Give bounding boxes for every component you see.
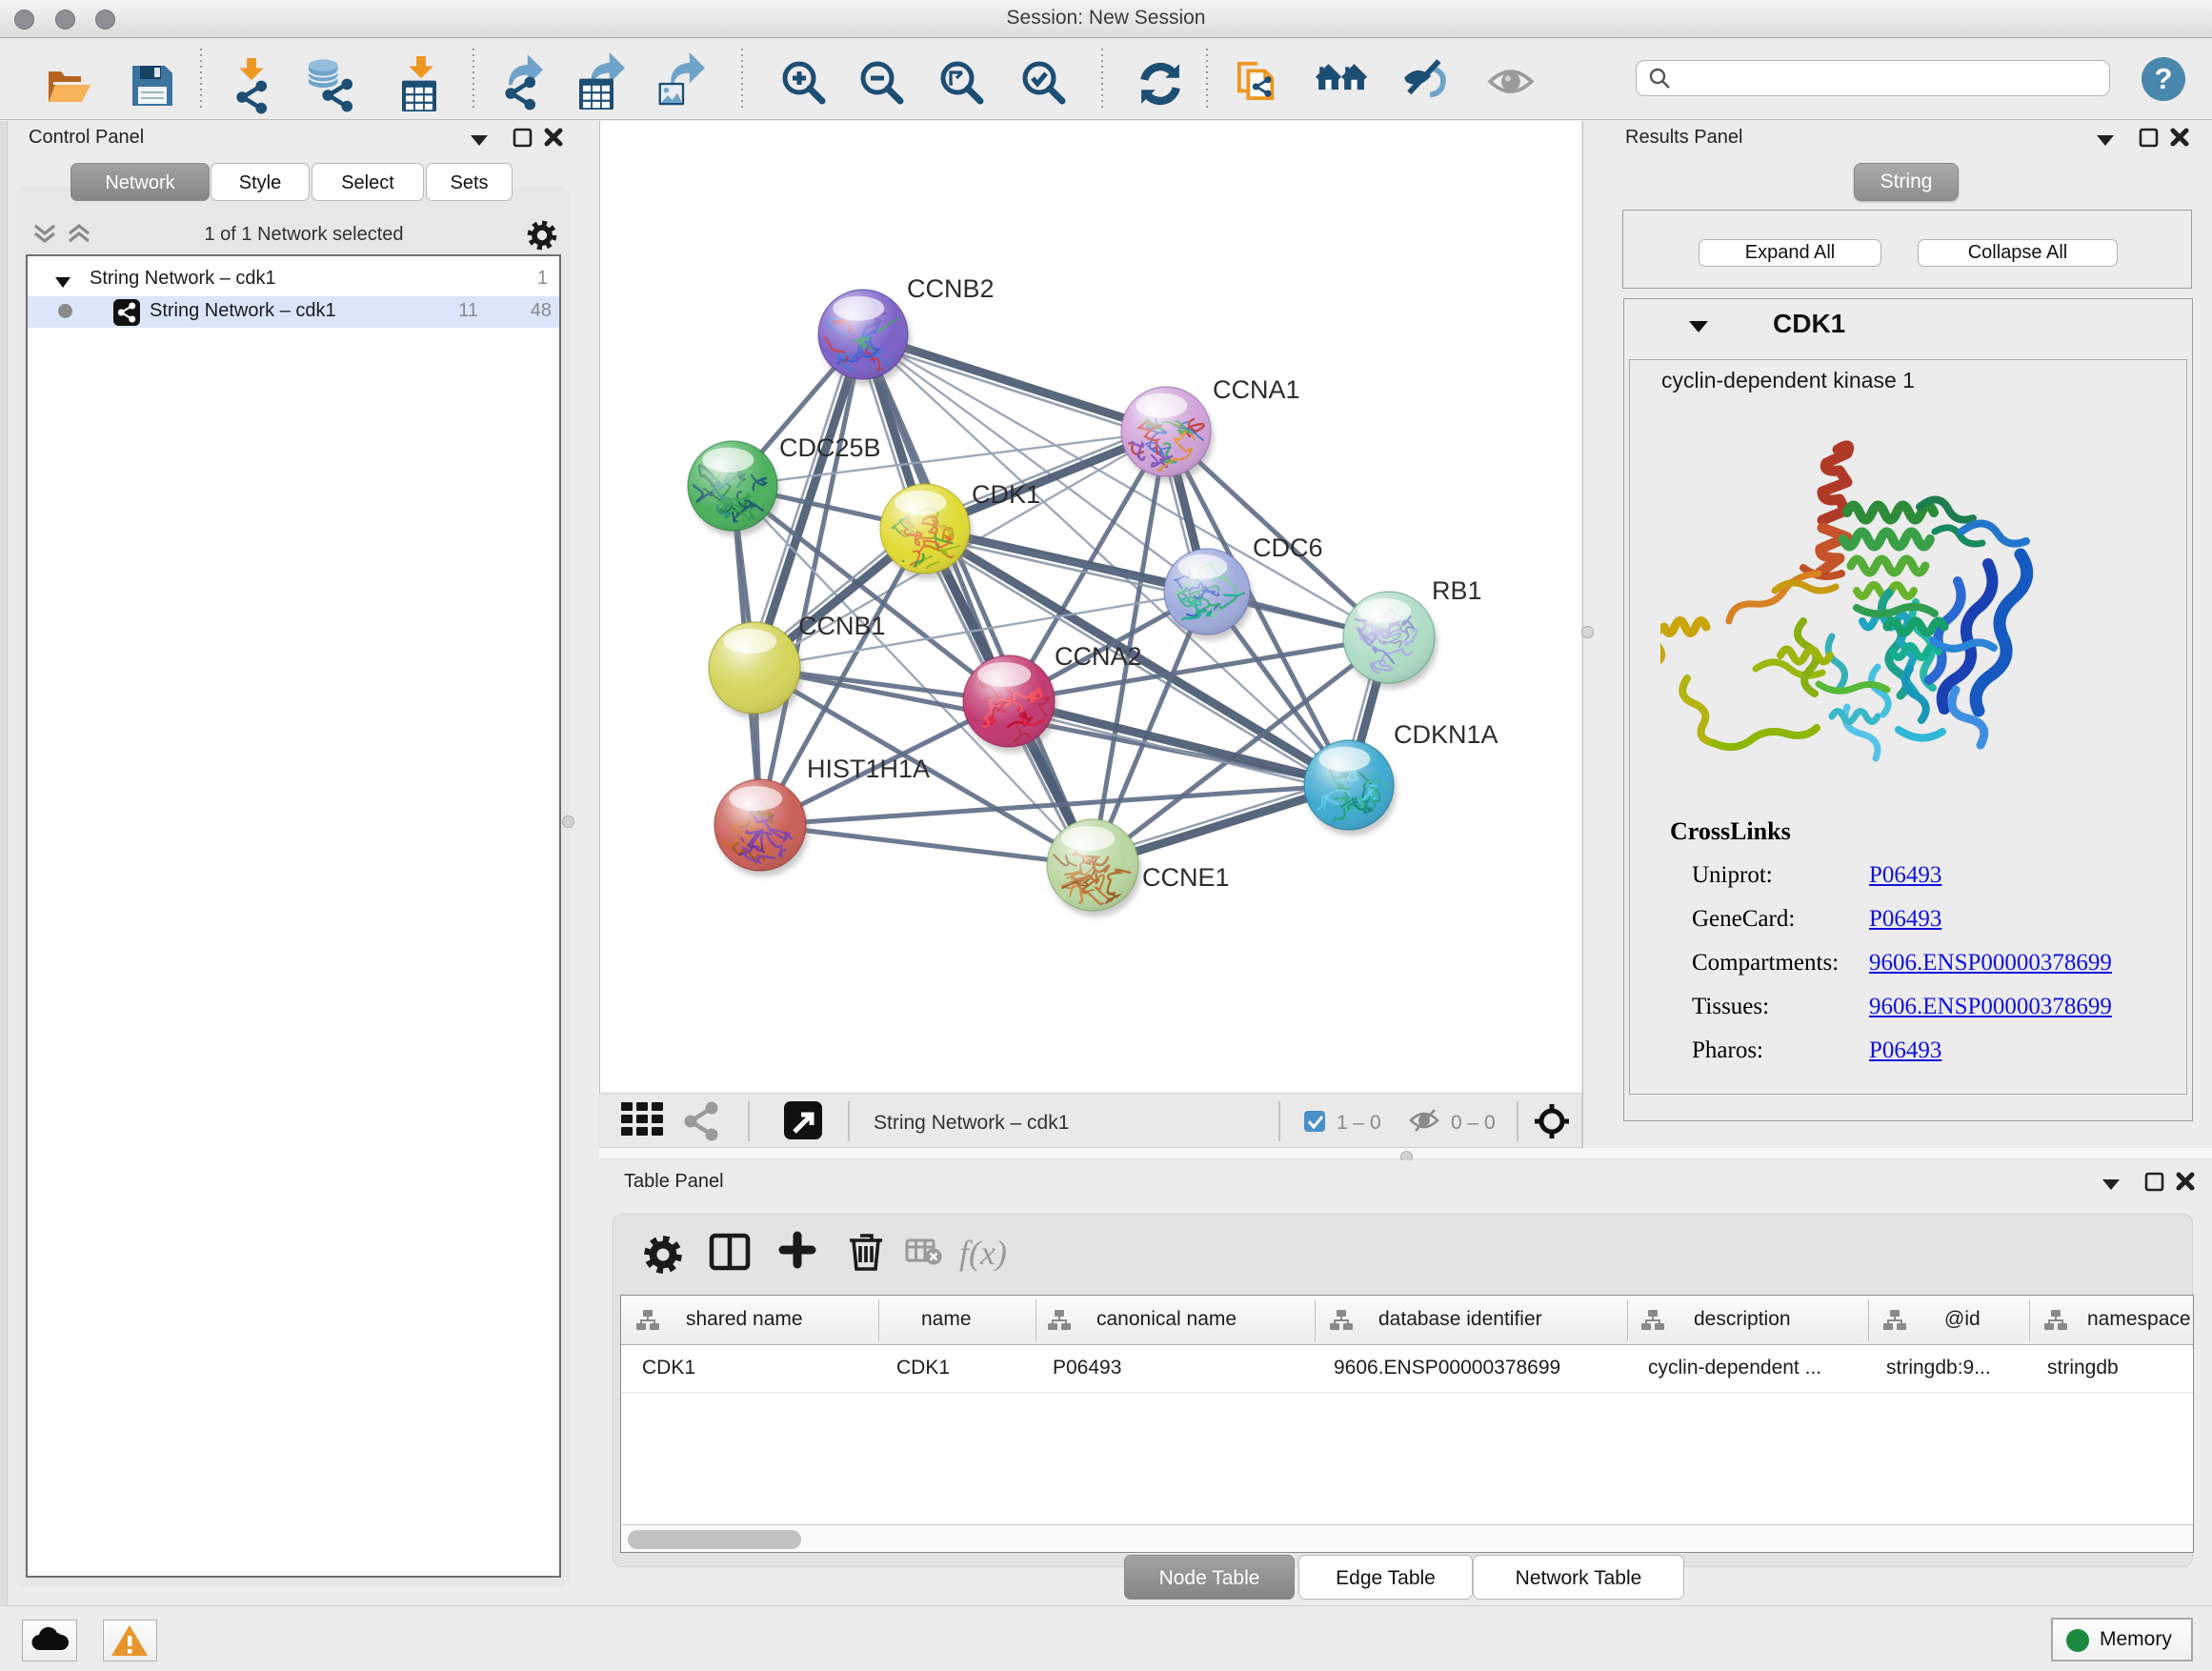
svg-text:CCNA1: CCNA1	[1213, 375, 1300, 404]
svg-text:CDC25B: CDC25B	[779, 433, 881, 462]
svg-text:CCNA2: CCNA2	[1055, 642, 1142, 671]
svg-text:RB1: RB1	[1432, 576, 1482, 605]
svg-text:f(x): f(x)	[959, 1234, 1007, 1272]
svg-text:0 – 0: 0 – 0	[1451, 1112, 1496, 1134]
svg-text:CCNB1: CCNB1	[798, 612, 886, 640]
svg-text:HIST1H1A: HIST1H1A	[807, 755, 930, 783]
svg-text:CDKN1A: CDKN1A	[1394, 720, 1498, 749]
svg-text:1 – 0: 1 – 0	[1337, 1112, 1381, 1134]
svg-text:CDK1: CDK1	[972, 480, 1040, 509]
svg-text:CCNE1: CCNE1	[1142, 863, 1230, 892]
svg-text:String Network – cdk1: String Network – cdk1	[874, 1112, 1069, 1134]
svg-text:CCNB2: CCNB2	[907, 274, 995, 303]
svg-text:CDC6: CDC6	[1253, 534, 1323, 562]
